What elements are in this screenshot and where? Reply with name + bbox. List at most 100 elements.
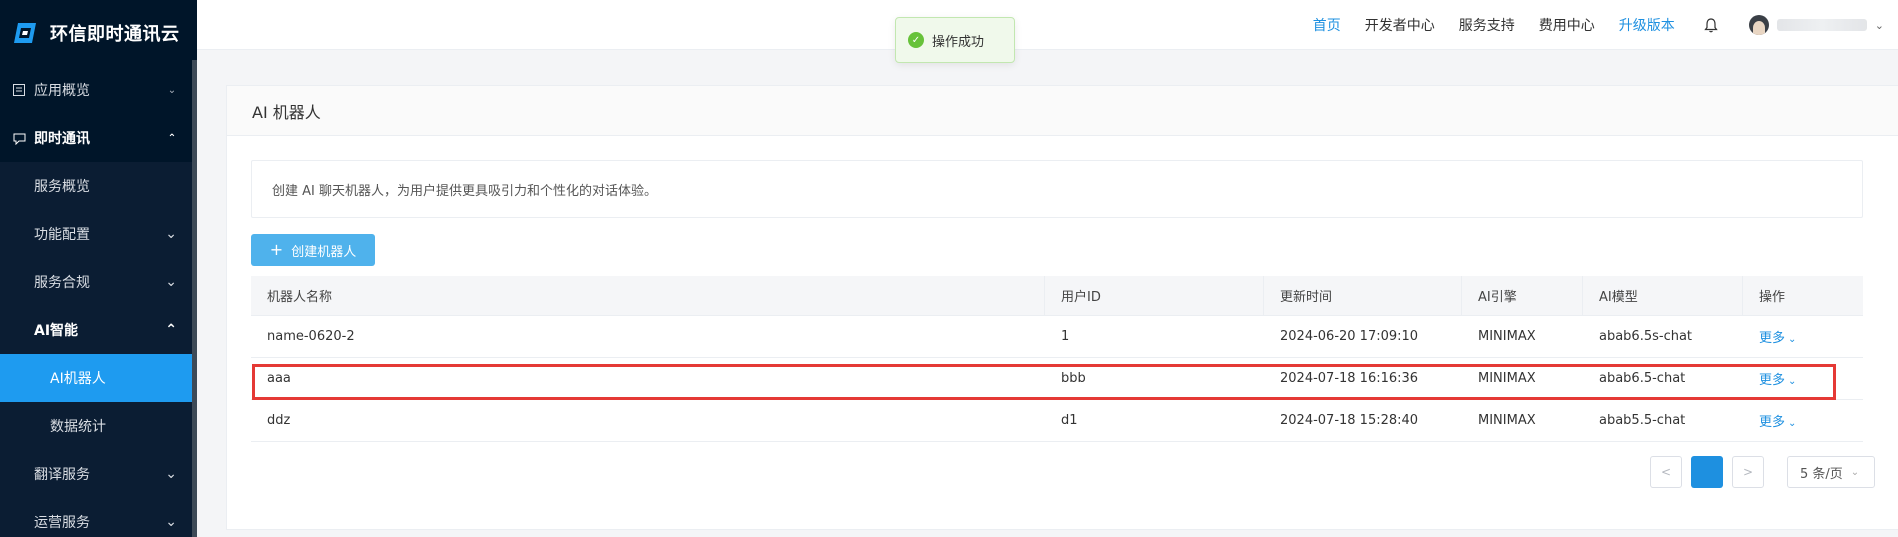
chevron-down-icon: ⌄ (1788, 418, 1797, 429)
create-robot-label: 创建机器人 (291, 244, 357, 260)
sidebar-item-ai-robot[interactable]: AI机器人 (0, 354, 197, 402)
updated-time: 2024-06-20 17:09:10 (1280, 329, 1419, 344)
user-id: bbb (1061, 371, 1086, 386)
robot-table: 机器人名称 用户ID 更新时间 AI引擎 AI模型 操作 name-0620-2… (251, 275, 1863, 442)
next-page-button[interactable]: > (1732, 456, 1764, 488)
sidebar-item-overview[interactable]: 应用概览 ⌄ (0, 66, 197, 114)
page-size-select[interactable]: 5 条/页 ⌄ (1787, 456, 1875, 488)
page-size-label: 5 条/页 (1800, 466, 1843, 482)
chevron-down-icon: ⌄ (165, 274, 177, 290)
robot-name: aaa (267, 371, 291, 386)
table-row: name-0620-2 1 2024-06-20 17:09:10 MINIMA… (251, 316, 1863, 358)
chevron-down-icon: ⌄ (165, 514, 177, 530)
ai-engine: MINIMAX (1478, 371, 1536, 386)
sidebar: 环信即时通讯云 应用概览 ⌄ 即时通讯 ⌃ 服务概览 功能配置 ⌄ 服务合规 ⌄ (0, 0, 197, 537)
sidebar-item-ai[interactable]: AI智能 ⌃ (0, 306, 197, 354)
sidebar-item-label: 服务合规 (34, 275, 90, 291)
ai-engine: MINIMAX (1478, 413, 1536, 428)
plus-icon: + (269, 240, 284, 259)
sidebar-item-im[interactable]: 即时通讯 ⌃ (0, 114, 197, 162)
updated-time: 2024-07-18 16:16:36 (1280, 371, 1419, 386)
description-tip: 创建 AI 聊天机器人，为用户提供更具吸引力和个性化的对话体验。 (251, 160, 1863, 218)
chevron-down-icon: ⌄ (1788, 334, 1797, 345)
sidebar-item-label: 翻译服务 (34, 467, 90, 483)
sidebar-item-label: 服务概览 (34, 179, 90, 195)
top-nav: 首页 开发者中心 服务支持 费用中心 升级版本 ⌄ (1289, 0, 1884, 50)
table-row: ddz d1 2024-07-18 15:28:40 MINIMAX abab5… (251, 400, 1863, 442)
nav-upgrade[interactable]: 升级版本 (1619, 15, 1675, 35)
bell-icon[interactable] (1703, 17, 1719, 33)
chevron-down-icon: ⌄ (1850, 466, 1860, 478)
sidebar-item-translation[interactable]: 翻译服务 ⌄ (0, 450, 197, 498)
row-actions: 更多 ⌄ (1743, 327, 1863, 346)
ai-engine: MINIMAX (1478, 329, 1536, 344)
column-header: 操作 (1759, 290, 1786, 305)
table-header: 机器人名称 用户ID 更新时间 AI引擎 AI模型 操作 (251, 275, 1863, 316)
ai-model: abab6.5-chat (1599, 371, 1686, 386)
more-label: 更多 (1759, 415, 1786, 430)
sidebar-item-data-stats[interactable]: 数据统计 (0, 402, 197, 450)
chevron-down-icon[interactable]: ⌄ (1875, 19, 1884, 32)
chat-icon (12, 131, 26, 145)
create-robot-button[interactable]: + 创建机器人 (251, 234, 375, 266)
nav-billing[interactable]: 费用中心 (1539, 15, 1595, 35)
user-id: d1 (1061, 413, 1078, 428)
sidebar-item-label: 运营服务 (34, 515, 90, 531)
more-dropdown[interactable]: 更多 ⌄ (1759, 373, 1796, 388)
row-actions: 更多 ⌄ (1743, 411, 1863, 430)
ai-model: abab6.5s-chat (1599, 329, 1693, 344)
sidebar-item-operations[interactable]: 运营服务 ⌄ (0, 498, 197, 537)
sidebar-scrollbar[interactable] (192, 60, 197, 537)
toast-message: 操作成功 (932, 34, 985, 50)
sidebar-item-label: 应用概览 (34, 83, 90, 99)
pagination: < > 5 条/页 ⌄ (1650, 456, 1875, 488)
sidebar-item-label: AI机器人 (50, 371, 106, 387)
more-dropdown[interactable]: 更多 ⌄ (1759, 415, 1796, 430)
avatar[interactable] (1748, 15, 1769, 35)
more-label: 更多 (1759, 373, 1786, 388)
updated-time: 2024-07-18 15:28:40 (1280, 413, 1419, 428)
chevron-down-icon: ⌄ (1788, 376, 1797, 387)
success-toast: ✓ 操作成功 (895, 17, 1015, 63)
column-header: 机器人名称 (251, 275, 1045, 316)
brand-name: 环信即时通讯云 (50, 24, 180, 45)
nav-developer-center[interactable]: 开发者中心 (1365, 15, 1435, 35)
sidebar-item-compliance[interactable]: 服务合规 ⌄ (0, 258, 197, 306)
more-label: 更多 (1759, 331, 1786, 346)
robot-name: ddz (267, 413, 291, 428)
user-id: 1 (1061, 329, 1070, 344)
sidebar-item-label: AI智能 (34, 323, 79, 339)
row-actions: 更多 ⌄ (1743, 369, 1863, 388)
sidebar-item-service-overview[interactable]: 服务概览 (0, 162, 197, 210)
brand[interactable]: 环信即时通讯云 (0, 0, 197, 66)
check-circle-icon: ✓ (908, 32, 924, 48)
nav-home[interactable]: 首页 (1313, 15, 1341, 35)
sidebar-item-label: 即时通讯 (34, 131, 90, 147)
sidebar-item-label: 功能配置 (34, 227, 90, 243)
column-header: AI引擎 (1462, 275, 1583, 316)
top-header: 首页 开发者中心 服务支持 费用中心 升级版本 ⌄ (197, 0, 1898, 50)
page-title: AI 机器人 (227, 86, 1898, 136)
column-header: 用户ID (1045, 275, 1264, 316)
chevron-down-icon: ⌄ (167, 84, 177, 96)
chevron-up-icon: ⌃ (165, 322, 177, 338)
more-dropdown[interactable]: 更多 ⌄ (1759, 331, 1796, 346)
nav-support[interactable]: 服务支持 (1459, 15, 1515, 35)
column-header: AI模型 (1583, 275, 1743, 316)
chevron-down-icon: ⌄ (165, 226, 177, 242)
column-header: 更新时间 (1264, 275, 1462, 316)
ai-model: abab5.5-chat (1599, 413, 1686, 428)
username-redacted[interactable] (1776, 19, 1867, 31)
page-1-button[interactable] (1691, 456, 1723, 488)
app-root: 环信即时通讯云 应用概览 ⌄ 即时通讯 ⌃ 服务概览 功能配置 ⌄ 服务合规 ⌄ (0, 0, 1898, 537)
sidebar-item-feature-config[interactable]: 功能配置 ⌄ (0, 210, 197, 258)
sidebar-item-label: 数据统计 (50, 419, 106, 435)
ai-robot-card: AI 机器人 创建 AI 聊天机器人，为用户提供更具吸引力和个性化的对话体验。 … (226, 85, 1898, 530)
chevron-up-icon: ⌃ (167, 132, 177, 144)
prev-page-button[interactable]: < (1650, 456, 1682, 488)
overview-icon (12, 83, 26, 97)
table-row: aaa bbb 2024-07-18 16:16:36 MINIMAX abab… (251, 358, 1863, 400)
robot-name: name-0620-2 (267, 329, 355, 344)
brand-logo-icon (12, 19, 40, 47)
chevron-down-icon: ⌄ (165, 466, 177, 482)
